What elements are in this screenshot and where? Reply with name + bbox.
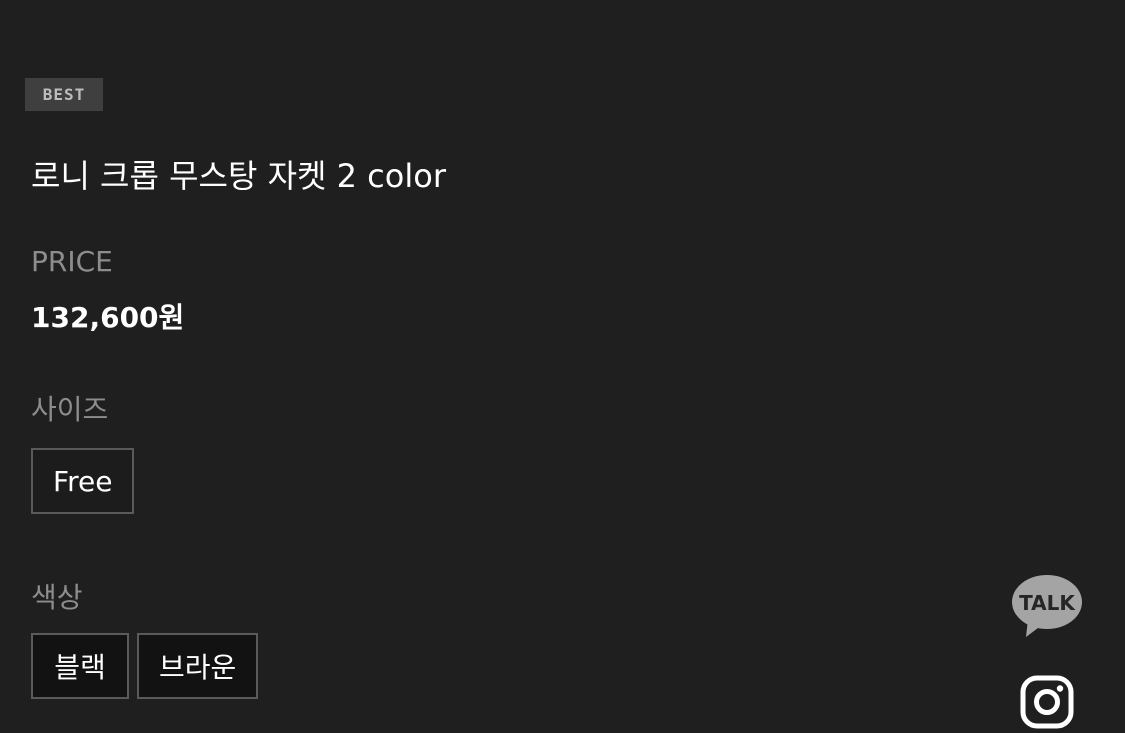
color-option-brown[interactable]: 브라운 (137, 633, 259, 699)
color-option-group: 블랙 브라운 (31, 633, 259, 699)
talk-label: TALK (1019, 591, 1076, 615)
price-value: 132,600원 (31, 301, 185, 334)
size-option-group: Free (31, 448, 135, 514)
size-option-label: 사이즈 (31, 393, 109, 426)
kakao-talk-button[interactable]: TALK (1010, 573, 1084, 641)
kakao-talk-icon: TALK (1012, 575, 1082, 637)
price-label: PRICE (31, 245, 113, 278)
instagram-button[interactable] (1020, 675, 1074, 729)
product-detail-panel: BEST 로니 크롭 무스탕 자켓 2 color PRICE 132,600원… (25, 0, 1011, 728)
instagram-icon (1020, 675, 1074, 729)
size-option-free[interactable]: Free (31, 448, 135, 514)
product-title: 로니 크롭 무스탕 자켓 2 color (31, 157, 446, 195)
best-badge: BEST (25, 78, 103, 111)
color-option-black[interactable]: 블랙 (31, 633, 129, 699)
color-option-label: 색상 (31, 581, 83, 614)
